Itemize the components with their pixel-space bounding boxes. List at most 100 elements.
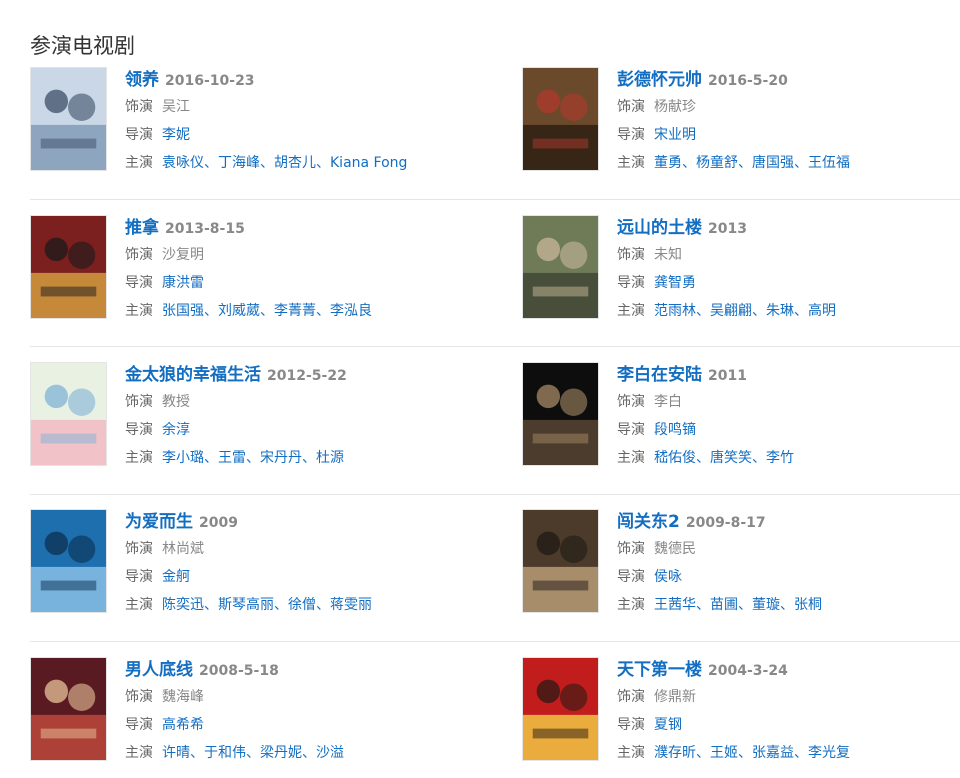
director-row: 导演 康洪雷 (125, 269, 460, 297)
drama-title-link[interactable]: 为爱而生 (125, 512, 193, 532)
director-label: 导演 (125, 275, 153, 291)
poster-image[interactable] (522, 362, 599, 466)
director-label: 导演 (617, 127, 645, 143)
drama-title-link[interactable]: 闯关东2 (617, 512, 680, 532)
director-link[interactable]: 龚智勇 (654, 275, 696, 291)
drama-title-link[interactable]: 彭德怀元帅 (617, 70, 702, 90)
director-row: 导演 余淳 (125, 416, 460, 444)
cast-member-link[interactable]: 张国强 (162, 303, 204, 319)
cast-member-link[interactable]: 斯琴高丽 (218, 597, 274, 613)
cast-member-link[interactable]: 吴翩翩 (710, 303, 752, 319)
cast-member-link[interactable]: 沙溢 (316, 745, 344, 761)
poster-image[interactable] (522, 509, 599, 613)
cast-member-link[interactable]: 王茜华 (654, 597, 696, 613)
release-date: 2008-5-18 (199, 663, 279, 679)
drama-title-link[interactable]: 李白在安陆 (617, 365, 702, 385)
cast-member-link[interactable]: 许晴 (162, 745, 190, 761)
director-label: 导演 (125, 717, 153, 733)
cast-row: 主演 王茜华、苗圃、董璇、张桐 (617, 591, 952, 619)
cast-member-link[interactable]: 张桐 (794, 597, 822, 613)
drama-item: 为爱而生 2009 饰演 林尚斌 导演 金舸 主演 陈奕迅、斯琴高丽、徐僧、蒋雯丽 (30, 509, 460, 619)
drama-title-link[interactable]: 金太狼的幸福生活 (125, 365, 261, 385)
role-row: 饰演 修鼎新 (617, 683, 952, 711)
director-link[interactable]: 李妮 (162, 127, 190, 143)
cast-separator: 、 (738, 155, 752, 171)
poster-image[interactable] (522, 215, 599, 319)
cast-member-link[interactable]: 宋丹丹 (260, 450, 302, 466)
cast-member-link[interactable]: 徐僧 (288, 597, 316, 613)
cast-separator: 、 (274, 597, 288, 613)
poster-image[interactable] (30, 215, 107, 319)
cast-member-link[interactable]: 唐笑笑 (710, 450, 752, 466)
drama-item: 金太狼的幸福生活 2012-5-22 饰演 教授 导演 余淳 主演 李小璐、王雷、宋丹丹、杜源 (30, 362, 460, 472)
cast-member-link[interactable]: 唐国强 (752, 155, 794, 171)
cast-member-link[interactable]: 杨童舒 (696, 155, 738, 171)
cast-member-link[interactable]: 董勇 (654, 155, 682, 171)
role-value: 吴江 (162, 99, 190, 115)
cast-member-link[interactable]: 董璇 (752, 597, 780, 613)
director-row: 导演 金舸 (125, 563, 460, 591)
cast-member-link[interactable]: 李光复 (808, 745, 850, 761)
cast-member-link[interactable]: 高明 (808, 303, 836, 319)
cast-member-link[interactable]: 李竹 (766, 450, 794, 466)
cast-member-link[interactable]: 李菁菁 (274, 303, 316, 319)
drama-item: 闯关东2 2009-8-17 饰演 魏德民 导演 侯咏 主演 王茜华、苗圃、董璇、张桐 (522, 509, 952, 619)
role-row: 饰演 教授 (125, 388, 460, 416)
cast-member-link[interactable]: 于和伟 (204, 745, 246, 761)
drama-item: 彭德怀元帅 2016-5-20 饰演 杨献珍 导演 宋业明 主演 董勇、杨童舒、唐国强、王伍福 (522, 67, 952, 177)
cast-member-link[interactable]: 苗圃 (710, 597, 738, 613)
role-label: 饰演 (125, 99, 153, 115)
director-label: 导演 (617, 717, 645, 733)
cast-member-link[interactable]: 朱琳 (766, 303, 794, 319)
drama-title-link[interactable]: 天下第一楼 (617, 660, 702, 680)
cast-member-link[interactable]: 丁海峰 (218, 155, 260, 171)
director-link[interactable]: 夏钢 (654, 717, 682, 733)
director-label: 导演 (125, 422, 153, 438)
cast-member-link[interactable]: 杜源 (316, 450, 344, 466)
drama-title-link[interactable]: 推拿 (125, 218, 159, 238)
role-value: 李白 (654, 394, 682, 410)
director-link[interactable]: 宋业明 (654, 127, 696, 143)
cast-member-link[interactable]: Kiana Fong (330, 155, 407, 171)
cast-member-link[interactable]: 王伍福 (808, 155, 850, 171)
director-link[interactable]: 高希希 (162, 717, 204, 733)
release-date: 2009 (199, 515, 238, 531)
director-label: 导演 (125, 569, 153, 585)
role-label: 饰演 (617, 394, 645, 410)
director-link[interactable]: 余淳 (162, 422, 190, 438)
cast-member-link[interactable]: 王姬 (710, 745, 738, 761)
director-link[interactable]: 侯咏 (654, 569, 682, 585)
drama-info: 金太狼的幸福生活 2012-5-22 饰演 教授 导演 余淳 主演 李小璐、王雷、宋丹丹、杜源 (125, 362, 460, 472)
drama-title-link[interactable]: 领养 (125, 70, 159, 90)
cast-member-link[interactable]: 胡杏儿 (274, 155, 316, 171)
cast-member-link[interactable]: 刘威葳 (218, 303, 260, 319)
director-link[interactable]: 康洪雷 (162, 275, 204, 291)
role-row: 饰演 未知 (617, 241, 952, 269)
poster-image[interactable] (522, 67, 599, 171)
drama-info: 远山的土楼 2013 饰演 未知 导演 龚智勇 主演 范雨林、吴翩翩、朱琳、高明 (617, 215, 952, 325)
cast-member-link[interactable]: 李小璐 (162, 450, 204, 466)
poster-image[interactable] (30, 67, 107, 171)
director-link[interactable]: 段鸣镝 (654, 422, 696, 438)
poster-image[interactable] (30, 362, 107, 466)
cast-member-link[interactable]: 濮存昕 (654, 745, 696, 761)
drama-title-link[interactable]: 远山的土楼 (617, 218, 702, 238)
cast-member-link[interactable]: 袁咏仪 (162, 155, 204, 171)
role-value: 林尚斌 (162, 541, 204, 557)
cast-member-link[interactable]: 陈奕迅 (162, 597, 204, 613)
cast-member-link[interactable]: 范雨林 (654, 303, 696, 319)
cast-member-link[interactable]: 嵇佑俊 (654, 450, 696, 466)
poster-image[interactable] (30, 509, 107, 613)
cast-member-link[interactable]: 王雷 (218, 450, 246, 466)
director-link[interactable]: 金舸 (162, 569, 190, 585)
cast-member-link[interactable]: 梁丹妮 (260, 745, 302, 761)
cast-member-link[interactable]: 蒋雯丽 (330, 597, 372, 613)
cast-member-link[interactable]: 张嘉益 (752, 745, 794, 761)
poster-image[interactable] (522, 657, 599, 761)
poster-image[interactable] (30, 657, 107, 761)
cast-member-link[interactable]: 李泓良 (330, 303, 372, 319)
drama-title-link[interactable]: 男人底线 (125, 660, 193, 680)
cast-separator: 、 (302, 450, 316, 466)
section-title: 参演电视剧 (30, 34, 135, 59)
role-row: 饰演 林尚斌 (125, 535, 460, 563)
